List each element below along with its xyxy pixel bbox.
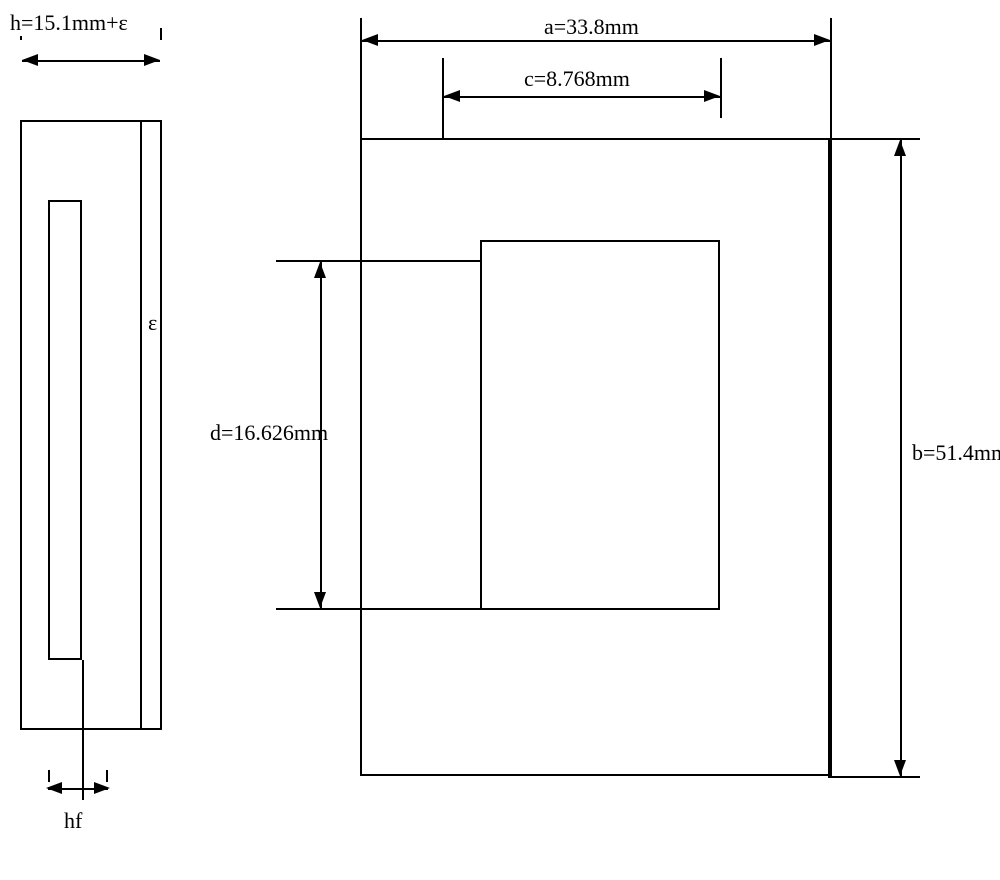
label-d: d=16.626mm — [210, 420, 328, 446]
side-view-inner-slot — [48, 200, 82, 660]
label-b: b=51.4mm — [912, 440, 1000, 466]
diagram-canvas: hh=15.1mm+ε=15.1mm+ε h=15.1mm+ε ε hf a=3… — [0, 0, 1000, 880]
label-epsilon: ε — [148, 310, 157, 336]
front-view-inner — [480, 240, 720, 610]
label-hf: hf — [64, 808, 82, 834]
label-c: c=8.768mm — [520, 66, 634, 92]
label-a: a=33.8mm — [540, 14, 643, 40]
label-h-text: h=15.1mm+ε — [10, 10, 128, 36]
